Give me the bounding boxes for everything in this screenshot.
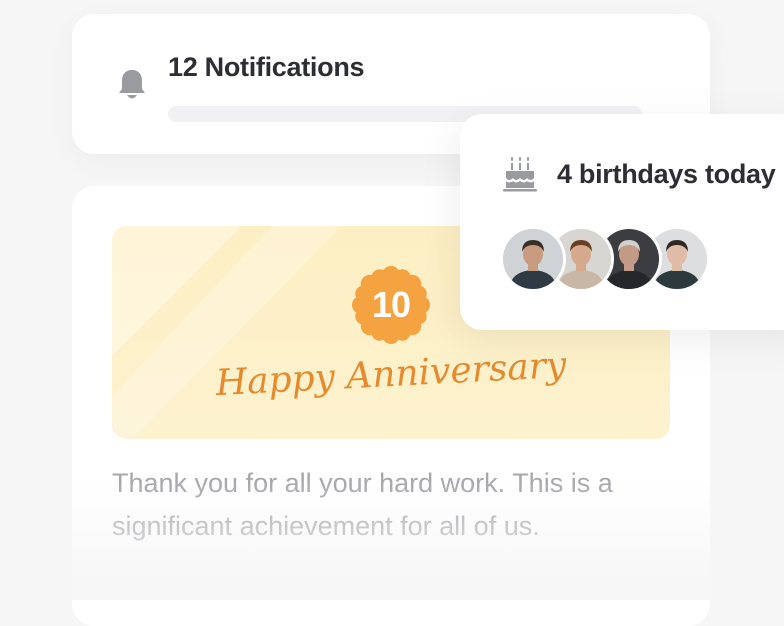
avatar-1-portrait xyxy=(503,229,563,289)
birthdays-card[interactable]: 4 birthdays today xyxy=(460,114,784,330)
birthdays-title: 4 birthdays today xyxy=(557,159,776,189)
cake-icon xyxy=(503,157,537,192)
notifications-title: 12 Notifications xyxy=(168,52,365,82)
bell-icon xyxy=(119,70,145,99)
avatar-1[interactable] xyxy=(500,226,566,292)
badge-number: 10 xyxy=(371,284,411,325)
anniversary-message: Thank you for all your hard work. This i… xyxy=(112,468,613,541)
